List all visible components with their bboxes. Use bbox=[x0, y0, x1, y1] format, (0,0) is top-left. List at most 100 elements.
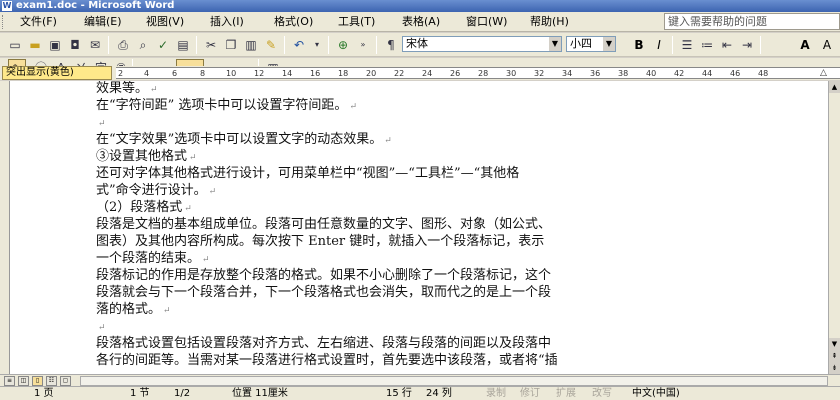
ruler-tick: 38 bbox=[618, 69, 629, 78]
grow-font-button[interactable]: A bbox=[796, 36, 814, 54]
window-title: exam1.doc - Microsoft Word bbox=[16, 0, 175, 11]
menu-help[interactable]: 帮助(H) bbox=[528, 15, 571, 29]
menu-bar: 文件(F) 编辑(E) 视图(V) 插入(I) 格式(O) 工具(T) 表格(A… bbox=[0, 12, 840, 32]
ruler-tick: 20 bbox=[366, 69, 377, 78]
doc-line: 段落格式设置包括设置段落对齐方式、左右缩进、段落与段落的间距以及段落中 bbox=[96, 336, 552, 351]
undo-dropdown-icon[interactable]: ▾ bbox=[308, 36, 326, 54]
normal-view-icon[interactable]: ≡ bbox=[4, 376, 15, 386]
chevron-down-icon[interactable]: ▼ bbox=[603, 37, 615, 51]
scroll-up-icon[interactable]: ▲ bbox=[829, 81, 840, 93]
increase-indent-icon[interactable]: ⇥ bbox=[738, 36, 756, 54]
doc-line: 在“文字效果”选项卡中可以设置文字的动态效果。 ↵ bbox=[96, 132, 392, 147]
paragraph-mark-icon: ↵ bbox=[98, 323, 106, 333]
ruler-tick: 28 bbox=[478, 69, 489, 78]
toolbar-separator bbox=[760, 36, 761, 54]
doc-line: 段落标记的作用是存放整个段落的格式。如果不小心删除了一个段落标记，这个 bbox=[96, 268, 552, 283]
menu-window[interactable]: 窗口(W) bbox=[464, 15, 509, 29]
ruler-row: 突出显示(黄色) 2 4 6 8 10 12 14 16 18 20 22 24… bbox=[0, 66, 840, 80]
toolbar-separator bbox=[196, 36, 197, 54]
format-painter-icon[interactable]: ✎ bbox=[262, 36, 280, 54]
research-icon[interactable]: ▤ bbox=[174, 36, 192, 54]
font-name-dropdown[interactable]: 宋体 ▼ bbox=[402, 36, 562, 52]
status-overtype[interactable]: 改写 bbox=[592, 387, 612, 400]
print-preview-icon[interactable]: ⌕ bbox=[134, 36, 152, 54]
next-page-icon[interactable]: ⇟ bbox=[829, 362, 840, 374]
permission-icon[interactable]: ◘ bbox=[66, 36, 84, 54]
previous-page-icon[interactable]: ⇞ bbox=[829, 350, 840, 362]
right-indent-marker[interactable]: △ bbox=[820, 68, 827, 79]
italic-button[interactable]: I bbox=[650, 36, 668, 54]
ruler-tick: 42 bbox=[674, 69, 685, 78]
document-page[interactable]: 效果等。 ↵ 在“字符间距” 选项卡中可以设置字符间距。 ↵ ↵ 在“文字效果”选项… bbox=[10, 81, 828, 374]
horizontal-ruler[interactable]: 2 4 6 8 10 12 14 16 18 20 22 24 26 28 30… bbox=[116, 67, 840, 79]
ruler-tick: 22 bbox=[394, 69, 405, 78]
doc-line: 段落就会与下一个段落合并，下一个段落格式也会消失，取而代之的是上一个段 bbox=[96, 285, 552, 300]
status-record[interactable]: 录制 bbox=[486, 387, 506, 400]
scroll-down-icon[interactable]: ▼ bbox=[829, 338, 840, 350]
ruler-tick: 24 bbox=[422, 69, 433, 78]
doc-line: 图表）及其他内容所构成。每次按下 Enter 键时，就插入一个段落标记，表示 bbox=[96, 234, 545, 249]
menu-edit[interactable]: 编辑(E) bbox=[82, 15, 124, 29]
ruler-tick: 44 bbox=[702, 69, 713, 78]
status-line: 15 行 bbox=[386, 388, 412, 399]
numbering-icon[interactable]: ☰ bbox=[678, 36, 696, 54]
status-track-changes[interactable]: 修订 bbox=[520, 387, 540, 400]
email-icon[interactable]: ✉ bbox=[86, 36, 104, 54]
status-column: 24 列 bbox=[426, 388, 452, 399]
print-icon[interactable]: ⎙ bbox=[114, 36, 132, 54]
vertical-scrollbar[interactable]: ▲ ▼ ⇞ ⇟ bbox=[828, 81, 840, 374]
chevron-down-icon[interactable]: ▼ bbox=[549, 37, 561, 51]
menu-tools[interactable]: 工具(T) bbox=[336, 15, 377, 29]
paste-icon[interactable]: ▥ bbox=[242, 36, 260, 54]
doc-line: 式”命令进行设计。 ↵ bbox=[96, 183, 217, 198]
styles-pane-icon[interactable]: ¶ bbox=[382, 36, 400, 54]
cut-icon[interactable]: ✂ bbox=[202, 36, 220, 54]
decrease-indent-icon[interactable]: ⇤ bbox=[718, 36, 736, 54]
help-search-input[interactable]: 键入需要帮助的问题 bbox=[664, 13, 840, 30]
paragraph-mark-icon: ↵ bbox=[189, 153, 197, 163]
standard-toolbar: ▭ ▬ ▣ ◘ ✉ ⎙ ⌕ ✓ ▤ ✂ ❐ ▥ ✎ ↶ ▾ ⊕ » ¶ 宋体 ▼… bbox=[0, 33, 840, 57]
menu-table[interactable]: 表格(A) bbox=[400, 15, 442, 29]
paragraph-mark-icon: ↵ bbox=[208, 187, 217, 197]
vertical-ruler[interactable] bbox=[0, 81, 10, 374]
status-position: 位置 11厘米 bbox=[232, 388, 288, 399]
ruler-tick: 8 bbox=[200, 69, 206, 78]
bullets-icon[interactable]: ≔ bbox=[698, 36, 716, 54]
hyperlink-icon[interactable]: ⊕ bbox=[334, 36, 352, 54]
font-size-dropdown[interactable]: 小四 ▼ bbox=[566, 36, 616, 52]
save-icon[interactable]: ▣ bbox=[46, 36, 64, 54]
ruler-tick: 18 bbox=[338, 69, 349, 78]
bold-button[interactable]: B bbox=[630, 36, 648, 54]
menu-file[interactable]: 文件(F) bbox=[18, 15, 59, 29]
menu-format[interactable]: 格式(O) bbox=[272, 15, 315, 29]
spelling-icon[interactable]: ✓ bbox=[154, 36, 172, 54]
doc-line: 各行的间距等。当需对某一段落进行格式设置时，首先要选中该段落，或者将“插 bbox=[96, 353, 558, 368]
paragraph-mark-icon: ↵ bbox=[184, 204, 192, 214]
ruler-tick: 30 bbox=[506, 69, 517, 78]
menu-insert[interactable]: 插入(I) bbox=[208, 15, 246, 29]
font-color-icon[interactable]: A bbox=[818, 36, 836, 54]
doc-line: 段落是文档的基本组成单位。段落可由任意数量的文字、图形、对象（如公式、 bbox=[96, 217, 552, 232]
status-extend[interactable]: 扩展 bbox=[556, 387, 576, 400]
menu-view[interactable]: 视图(V) bbox=[144, 15, 186, 29]
new-document-icon[interactable]: ▭ bbox=[6, 36, 24, 54]
status-bar: 1 页 1 节 1/2 位置 11厘米 15 行 24 列 录制 修订 扩展 改… bbox=[0, 386, 840, 400]
doc-line: 一个段落的结束。 ↵ bbox=[96, 251, 210, 266]
menubar-gripper[interactable] bbox=[2, 15, 5, 29]
paragraph-mark-icon: ↵ bbox=[163, 306, 171, 316]
status-language: 中文(中国) bbox=[632, 388, 680, 399]
doc-line: 在“字符间距” 选项卡中可以设置字符间距。 ↵ bbox=[96, 98, 357, 113]
print-layout-icon[interactable]: ▯ bbox=[32, 376, 43, 386]
word-app-icon: W bbox=[2, 1, 12, 11]
copy-icon[interactable]: ❐ bbox=[222, 36, 240, 54]
more-buttons-icon[interactable]: » bbox=[354, 36, 372, 54]
undo-icon[interactable]: ↶ bbox=[290, 36, 308, 54]
outline-view-icon[interactable]: ☷ bbox=[46, 376, 57, 386]
open-folder-icon[interactable]: ▬ bbox=[26, 36, 44, 54]
paragraph-mark-icon: ↵ bbox=[384, 136, 392, 146]
web-layout-icon[interactable]: ◫ bbox=[18, 376, 29, 386]
horizontal-scrollbar[interactable] bbox=[80, 376, 828, 386]
ruler-tick: 14 bbox=[282, 69, 293, 78]
reading-layout-icon[interactable]: ▢ bbox=[60, 376, 71, 386]
ruler-tick: 34 bbox=[562, 69, 573, 78]
